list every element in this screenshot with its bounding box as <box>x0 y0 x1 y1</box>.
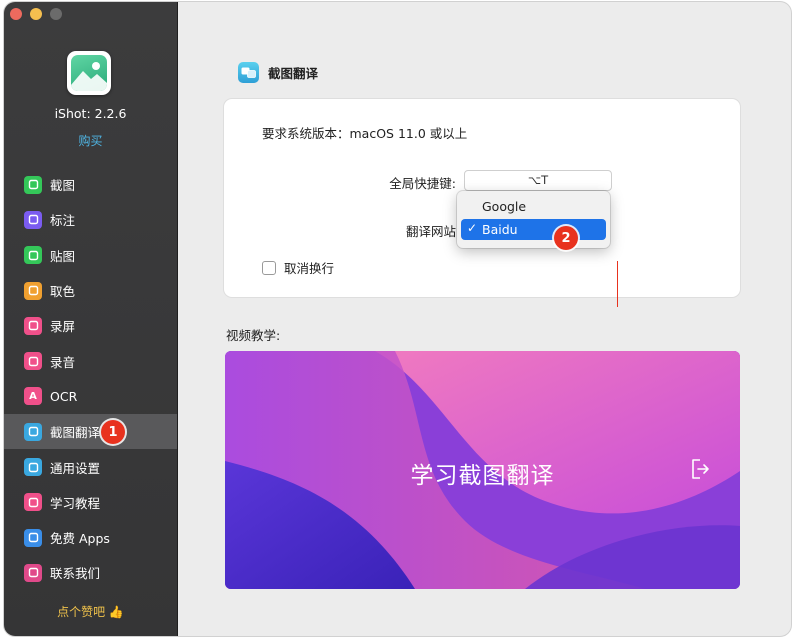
dropdown-option-baidu[interactable]: ✓ Baidu <box>461 219 606 240</box>
buy-link[interactable]: 购买 <box>4 132 177 149</box>
sidebar-item-label: 通用设置 <box>50 460 101 476</box>
open-external-icon[interactable] <box>690 458 710 480</box>
annotation-line <box>617 261 618 307</box>
gear-icon <box>24 458 42 477</box>
like-button[interactable]: 点个赞吧 👍 <box>4 603 177 620</box>
sidebar-item-label: 免费 Apps <box>50 531 110 547</box>
sidebar-item-9[interactable]: 通用设置 <box>4 449 177 484</box>
zoom-window-button[interactable] <box>50 8 62 20</box>
sidebar-item-11[interactable]: 免费 Apps <box>4 520 177 555</box>
sidebar-item-12[interactable]: 联系我们 <box>4 555 177 590</box>
sidebar-item-1[interactable]: 截图 <box>4 167 177 202</box>
section-header: 截图翻译 <box>238 62 318 83</box>
cancel-linebreak-option[interactable]: 取消换行 <box>262 258 334 277</box>
video-player[interactable]: 学习截图翻译 <box>225 351 740 589</box>
sidebar-item-7[interactable]: A OCR <box>4 379 177 414</box>
close-window-button[interactable] <box>10 8 22 20</box>
sidebar-item-10[interactable]: 学习教程 <box>4 485 177 520</box>
sidebar-item-label: 截图 <box>50 178 76 194</box>
sidebar-item-label: 联系我们 <box>50 566 101 582</box>
translate-icon <box>24 422 42 441</box>
microphone-icon <box>24 352 42 371</box>
dropdown-option-google[interactable]: Google <box>461 196 606 217</box>
video-heading: 视频教学: <box>226 328 281 343</box>
app-version: iShot: 2.2.6 <box>54 106 127 121</box>
app-logo-icon <box>67 51 111 95</box>
translate-site-dropdown-menu: Google ✓ Baidu 2 <box>457 191 610 250</box>
requirement-text: 要求系统版本：macOS 11.0 或以上 <box>262 126 468 141</box>
app-window: iShot: 2.2.6 购买 截图 标注 贴图 取色 录屏 录音 A OCR 截图翻译 1 通用设… <box>4 2 791 636</box>
shortcut-label: 全局快捷键: <box>389 176 456 191</box>
shortcut-input[interactable]: ⌥T <box>464 170 612 191</box>
sidebar-item-5[interactable]: 录屏 <box>4 308 177 343</box>
sidebar-item-4[interactable]: 取色 <box>4 273 177 308</box>
annotation-badge-2: 2 <box>554 226 578 250</box>
sidebar-item-2[interactable]: 标注 <box>4 202 177 237</box>
sidebar-item-6[interactable]: 录音 <box>4 343 177 378</box>
sidebar-nav: 截图 标注 贴图 取色 录屏 录音 A OCR 截图翻译 1 通用设置 学习教程 免费 Apps 联系我们 <box>4 167 177 591</box>
translate-icon <box>238 62 259 83</box>
sidebar-item-label: 取色 <box>50 284 76 300</box>
video-title: 学习截图翻译 <box>410 463 555 489</box>
sidebar-item-label: OCR <box>50 388 78 404</box>
screenshot-icon <box>24 175 42 194</box>
sidebar-item-8[interactable]: 截图翻译 1 <box>4 414 177 450</box>
play-icon <box>24 493 42 512</box>
eyedropper-icon <box>24 281 42 300</box>
contact-icon <box>24 563 42 582</box>
screen-record-icon <box>24 316 42 335</box>
icon-glyph: A <box>29 390 37 402</box>
ocr-icon: A <box>24 387 42 406</box>
dropdown-option-label: Google <box>482 199 527 214</box>
pointer-icon <box>24 210 42 229</box>
annotation-badge-1: 1 <box>101 420 125 445</box>
sidebar-item-label: 录音 <box>50 354 76 370</box>
sidebar-item-label: 截图翻译 <box>50 425 101 441</box>
cancel-linebreak-label: 取消换行 <box>284 261 335 276</box>
pin-icon <box>24 246 42 265</box>
window-controls <box>10 8 62 20</box>
main-panel: 截图翻译 要求系统版本：macOS 11.0 或以上 全局快捷键: ⌥T 翻译网… <box>178 2 791 636</box>
minimize-window-button[interactable] <box>30 8 42 20</box>
app-store-icon <box>24 528 42 547</box>
translate-site-label: 翻译网站 <box>405 224 456 239</box>
checkmark-icon: ✓ <box>467 221 478 235</box>
sidebar-item-3[interactable]: 贴图 <box>4 238 177 273</box>
sidebar-item-label: 标注 <box>50 213 76 229</box>
page-title: 截图翻译 <box>268 66 319 81</box>
dropdown-option-label: Baidu <box>482 222 518 237</box>
sidebar: iShot: 2.2.6 购买 截图 标注 贴图 取色 录屏 录音 A OCR 截图翻译 1 通用设… <box>4 2 178 636</box>
cancel-linebreak-checkbox[interactable] <box>262 260 276 275</box>
sidebar-item-label: 录屏 <box>50 319 76 335</box>
sidebar-item-label: 学习教程 <box>50 495 101 511</box>
sidebar-item-label: 贴图 <box>50 248 76 264</box>
